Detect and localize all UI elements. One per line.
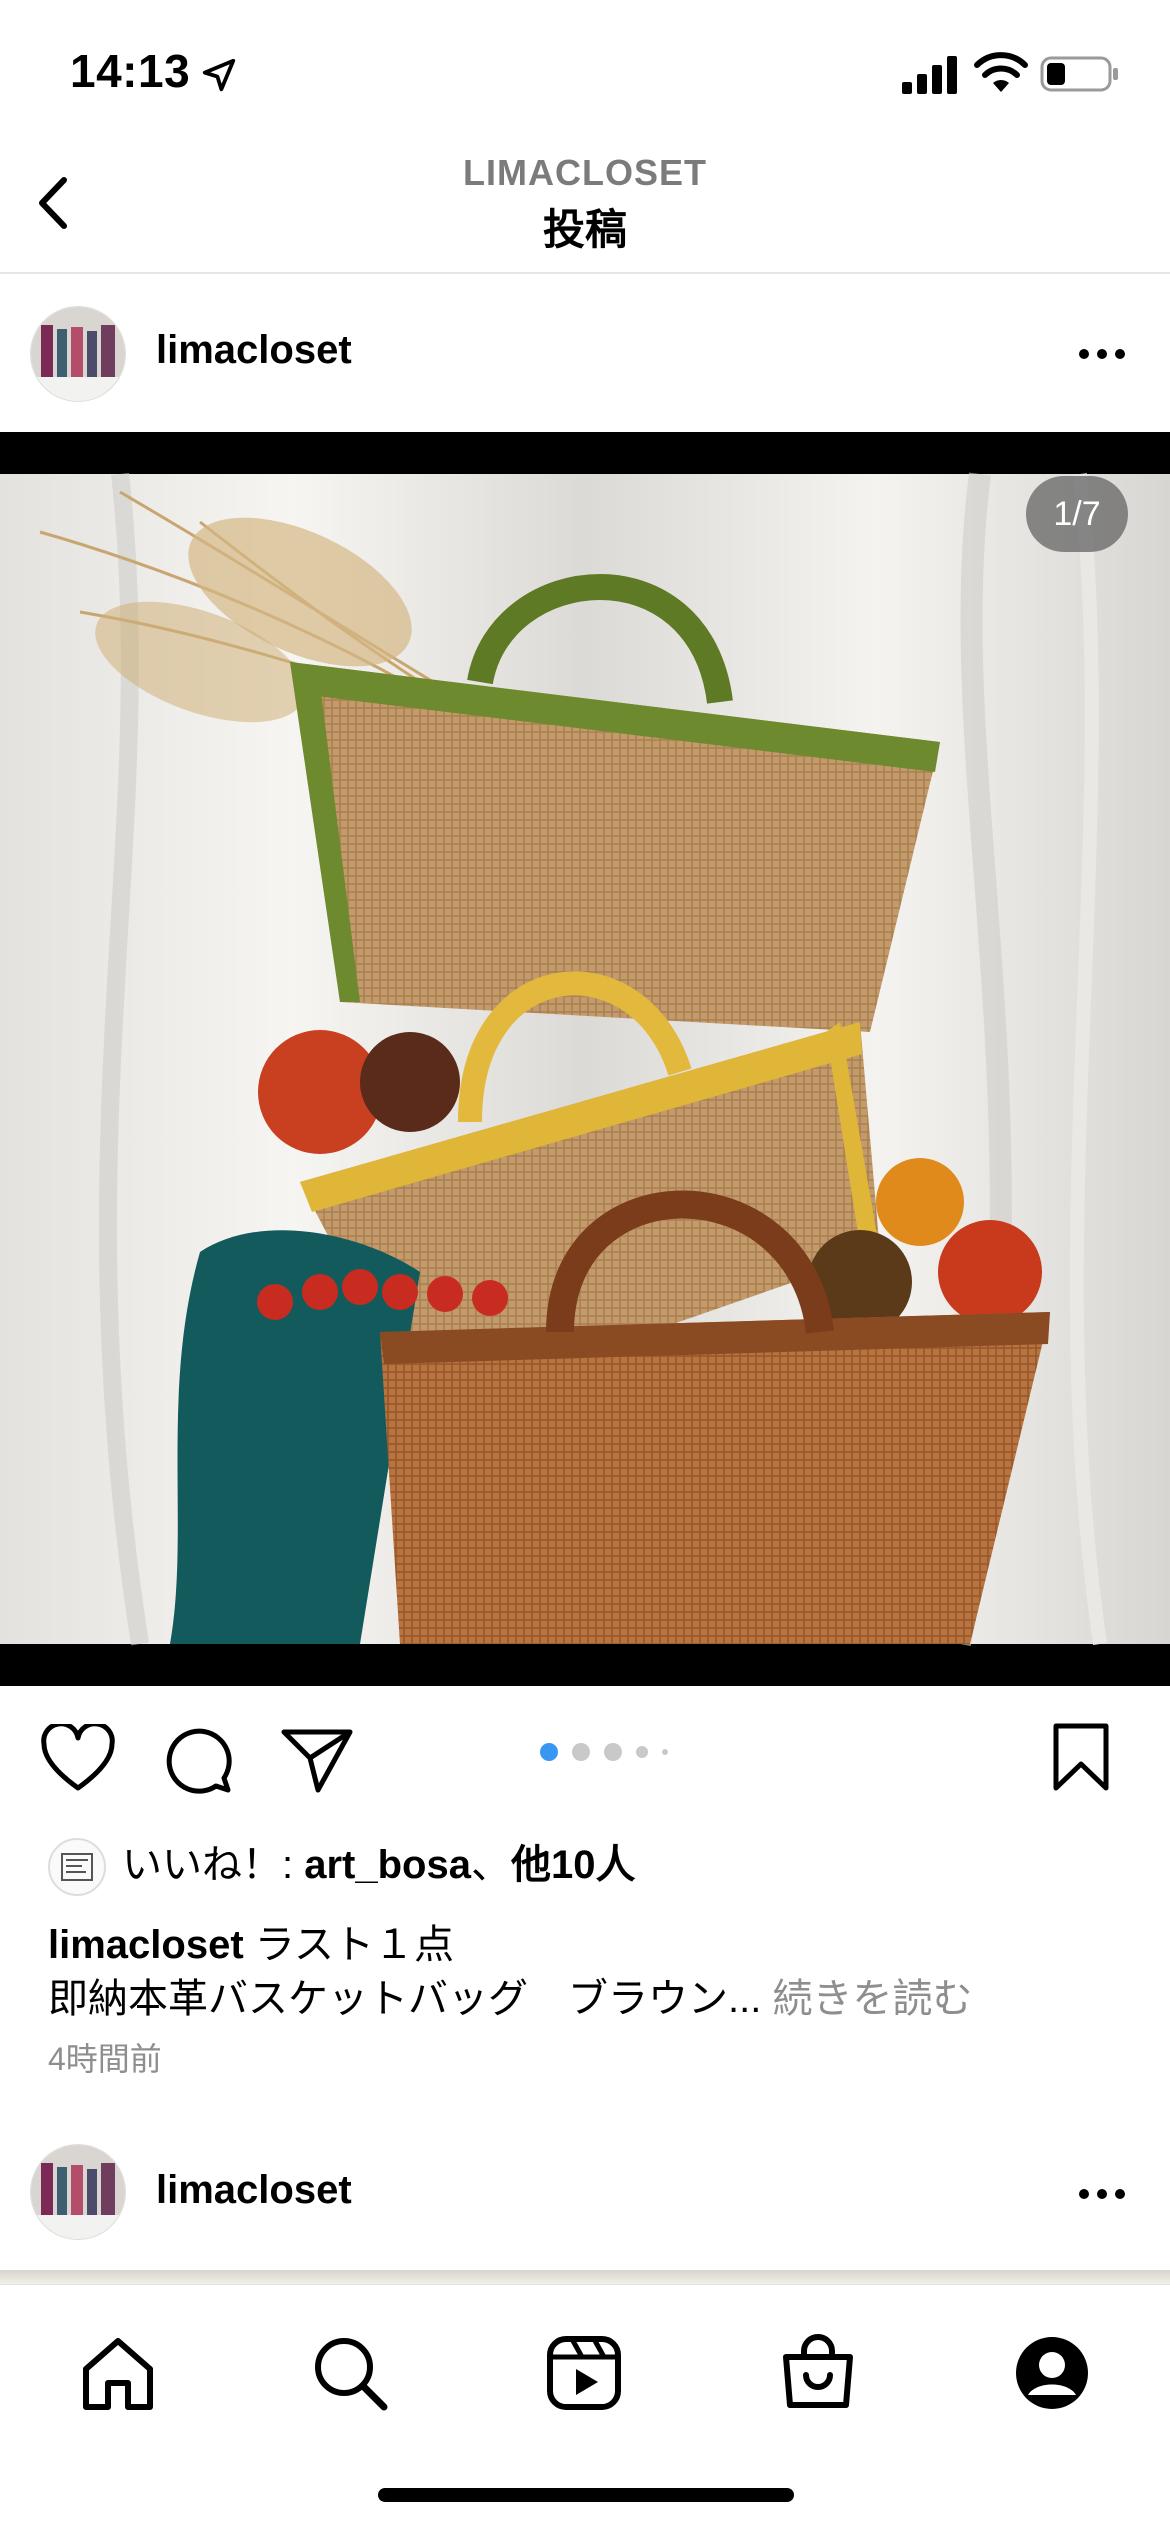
liker-avatar[interactable]	[48, 1838, 106, 1896]
avatar-image	[31, 307, 125, 401]
carousel-dot	[662, 1749, 668, 1755]
likes-prefix: いいね！:	[122, 1843, 305, 1887]
comment-bubble-icon[interactable]	[160, 1724, 234, 1794]
home-icon[interactable]	[76, 2331, 160, 2415]
post-timestamp: 4時間前	[48, 2041, 162, 2077]
post-image[interactable]	[0, 432, 1170, 1686]
more-options-icon[interactable]	[1076, 2170, 1128, 2218]
shop-icon[interactable]	[776, 2331, 860, 2415]
image-counter-badge: 1/7	[1026, 476, 1128, 552]
carousel-dot	[572, 1743, 590, 1761]
like-heart-icon[interactable]	[40, 1724, 116, 1794]
home-indicator	[378, 2488, 794, 2502]
avatar[interactable]	[30, 306, 126, 402]
carousel-dot	[636, 1746, 648, 1758]
post-username[interactable]: limacloset	[156, 328, 352, 373]
likes-separator: 、	[470, 1843, 511, 1887]
location-arrow-icon	[202, 58, 236, 92]
next-post-username[interactable]: limacloset	[156, 2168, 352, 2213]
carousel-dot-active	[540, 1743, 558, 1761]
carousel-dot	[604, 1743, 622, 1761]
caption-text-1: ラスト１点	[243, 1923, 454, 1967]
more-options-icon[interactable]	[1076, 330, 1128, 378]
liker-avatar-image	[61, 1853, 93, 1881]
caption-text-2: 即納本革バスケットバッグ ブラウン...	[48, 1977, 773, 2021]
liker-username[interactable]: art_bosa	[304, 1843, 471, 1887]
caption-line-2: 即納本革バスケットバッグ ブラウン... 続きを読む	[48, 1966, 972, 2024]
bookmark-icon[interactable]	[1048, 1722, 1114, 1792]
header-subtitle: LIMACLOSET	[463, 152, 707, 193]
reels-icon[interactable]	[542, 2331, 626, 2415]
status-time: 14:13	[70, 45, 191, 97]
wifi-icon	[974, 52, 1028, 92]
avatar[interactable]	[30, 2144, 126, 2240]
avatar-image	[31, 2145, 125, 2239]
battery-icon	[1040, 56, 1118, 92]
carousel-dots	[540, 1742, 668, 1762]
search-icon[interactable]	[308, 2331, 392, 2415]
profile-icon[interactable]	[1010, 2331, 1094, 2415]
basket-bags-photo	[0, 432, 1170, 1686]
caption-username[interactable]: limacloset	[48, 1923, 244, 1967]
page-title: 投稿	[542, 206, 627, 253]
next-post-image-peek	[0, 2270, 1170, 2284]
cellular-signal-icon	[902, 56, 957, 94]
share-send-icon[interactable]	[280, 1724, 354, 1794]
header-divider	[0, 272, 1170, 274]
read-more-link[interactable]: 続きを読む	[772, 1977, 972, 2021]
likes-others[interactable]: 他10人	[511, 1843, 636, 1887]
likes-summary[interactable]: いいね！: art_bosa、他10人	[122, 1838, 635, 1892]
caption-line-1: limacloset ラスト１点	[48, 1912, 454, 1970]
